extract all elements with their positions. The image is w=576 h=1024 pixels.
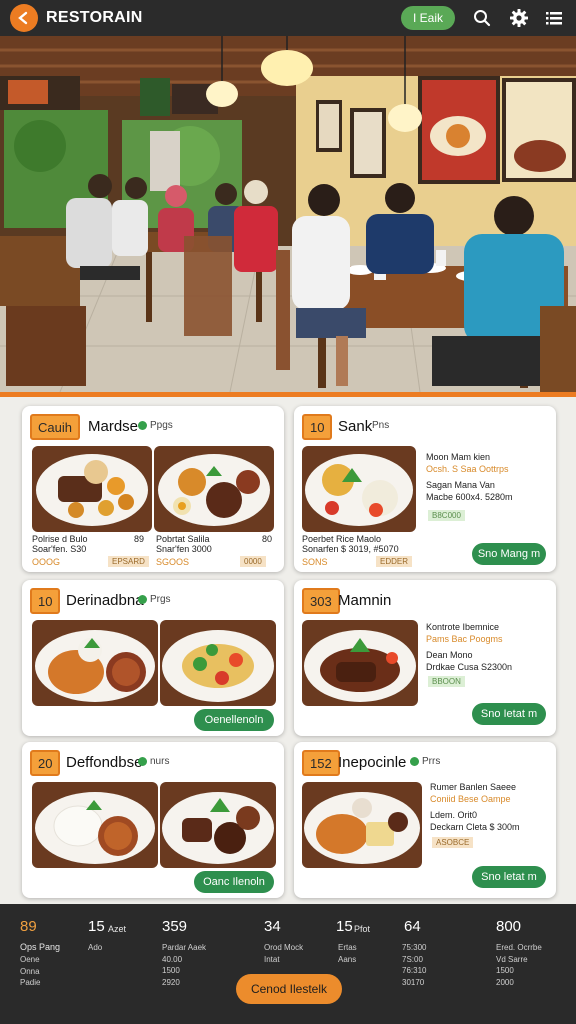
info-line: Drdkae Cusa S2300n	[426, 662, 513, 672]
list-icon[interactable]	[544, 8, 564, 28]
dish-image[interactable]	[32, 620, 158, 706]
card-title: Inepocinle	[338, 754, 407, 771]
dish-image[interactable]	[32, 782, 158, 868]
dish-image[interactable]	[302, 620, 418, 706]
card-subtitle: Ppgs	[138, 420, 173, 431]
menu-card[interactable]: 10 Derinadbna Prgs Oenellenoln	[22, 580, 284, 736]
dish-desc: Soar'fen. S30	[32, 544, 87, 554]
stat-details: Ertas Aans	[338, 943, 357, 964]
info-line: Kontrote Ibemnice	[426, 622, 500, 632]
card-title: Mardse	[88, 418, 139, 435]
dish-code: SONS	[302, 557, 328, 567]
info-line: Macbe 600x4. 5280m	[426, 492, 513, 502]
menu-card[interactable]: 303 Mamnin Kontrote Ibemnice Pams Bac Po…	[294, 580, 556, 736]
dish-code: OOOG	[32, 557, 61, 567]
top-bar: RESTORAIN I Eaik	[0, 0, 576, 36]
dish-image[interactable]	[160, 782, 276, 868]
dish-image[interactable]	[154, 446, 274, 532]
gear-icon[interactable]	[509, 8, 529, 28]
card-subtitle: Prrs	[410, 756, 440, 767]
stat-value: 15	[88, 918, 105, 935]
card-title: Derinadbna	[66, 592, 144, 609]
edit-button[interactable]: I Eaik	[401, 6, 455, 30]
stat-details: 75:300 7S:00 76:310 30170	[402, 943, 427, 987]
dish-image[interactable]	[160, 620, 276, 706]
info-line: Deckarn Cleta $ 300m	[430, 822, 520, 832]
price-tag: EDDER	[376, 556, 413, 567]
menu-card[interactable]: 152 Inepocinle Prrs Rumer Banlen Saeee C…	[294, 742, 556, 898]
info-line: Dean Mono	[426, 650, 473, 660]
category-badge: 10	[302, 414, 333, 440]
stat-details: Pardar Aaek 40.00 1500 2920	[162, 943, 207, 987]
order-button[interactable]: Oanc Ilenoln	[194, 871, 274, 893]
card-subtitle: Pns	[372, 420, 390, 431]
footer-action-button[interactable]: Cenod Ilestelk	[236, 974, 342, 1004]
dish-code: SGOOS	[156, 557, 190, 567]
app-title: RESTORAIN	[46, 9, 143, 26]
stat-value: 359	[162, 918, 188, 935]
stat-value: 800	[496, 918, 522, 935]
leaf-icon	[138, 757, 147, 766]
leaf-icon	[138, 595, 147, 604]
dish-image[interactable]	[32, 446, 152, 532]
info-line: Moon Mam kien	[426, 452, 491, 462]
back-arrow-icon[interactable]	[10, 4, 38, 32]
category-badge: 152	[302, 750, 340, 776]
status-tag: BBOON	[428, 676, 465, 687]
info-line: Coniid Bese Oampe	[430, 794, 511, 804]
dish-desc: Sonarfen $ 3019, #5070	[302, 544, 399, 554]
stat-value: 89	[20, 918, 37, 935]
stats-footer: 89 Ops Pang Oene Onna Padie 15 Azet Ado …	[0, 904, 576, 1024]
dish-desc: Snar'fen 3000	[156, 544, 212, 554]
info-line: Sagan Mana Van	[426, 480, 495, 490]
card-title: Deffondbse	[66, 754, 143, 771]
menu-card[interactable]: 20 Deffondbse nurs Oanc Ilenoln	[22, 742, 284, 898]
menu-card[interactable]: Cauih Mardse Ppgs Polrise d Bulo 89 Soar…	[22, 406, 284, 572]
search-icon[interactable]	[472, 8, 492, 28]
stat-details: Oene Onna Padie	[20, 955, 41, 988]
stat-label: Pfot	[354, 924, 371, 934]
price-tag: 0000	[240, 556, 266, 567]
stat-details: Ered. Ocrrbe Vd Sarre 1500 2000	[496, 943, 542, 987]
category-badge: 303	[302, 588, 340, 614]
card-subtitle: Prgs	[138, 594, 171, 605]
dish-qty: 89	[134, 534, 145, 544]
stat-value: 34	[264, 918, 281, 935]
stat-label: Ops Pang	[20, 942, 61, 952]
stat-details: Orod Mock Intat	[264, 943, 304, 964]
category-badge: 20	[30, 750, 61, 776]
leaf-icon	[138, 421, 147, 430]
order-button[interactable]: Sno letat m	[472, 866, 546, 888]
order-button[interactable]: Sno Mang m	[472, 543, 546, 565]
status-tag: B8C000	[428, 510, 465, 521]
restaurant-photo	[0, 36, 576, 392]
category-badge: Cauih	[30, 414, 80, 440]
dish-qty: 80	[262, 534, 273, 544]
info-line: Ocsh. S Saa Oottrps	[426, 464, 509, 474]
info-line: Ldem. Orit0	[430, 810, 478, 820]
stat-label: Azet	[108, 924, 127, 934]
card-subtitle: nurs	[138, 756, 169, 767]
info-line: Pams Bac Poogms	[426, 634, 503, 644]
info-line: Rumer Banlen Saeee	[430, 782, 517, 792]
card-title: Mamnin	[338, 592, 392, 609]
order-button[interactable]: Oenellenoln	[194, 709, 274, 731]
order-button[interactable]: Sno Ietat m	[472, 703, 546, 725]
category-badge: 10	[30, 588, 61, 614]
dish-image[interactable]	[302, 782, 422, 868]
section-divider	[0, 392, 576, 397]
dish-image[interactable]	[302, 446, 416, 532]
card-title: Sank	[338, 418, 373, 435]
price-tag: ASOBCE	[432, 837, 474, 848]
stat-value: 64	[404, 918, 421, 935]
price-tag: EPSARD	[108, 556, 149, 567]
stat-value: 15	[336, 918, 353, 935]
stat-details: Ado	[88, 943, 103, 952]
leaf-icon	[410, 757, 419, 766]
menu-card[interactable]: 10 Sank Pns Moon Mam kien Ocsh. S Saa Oo…	[294, 406, 556, 572]
